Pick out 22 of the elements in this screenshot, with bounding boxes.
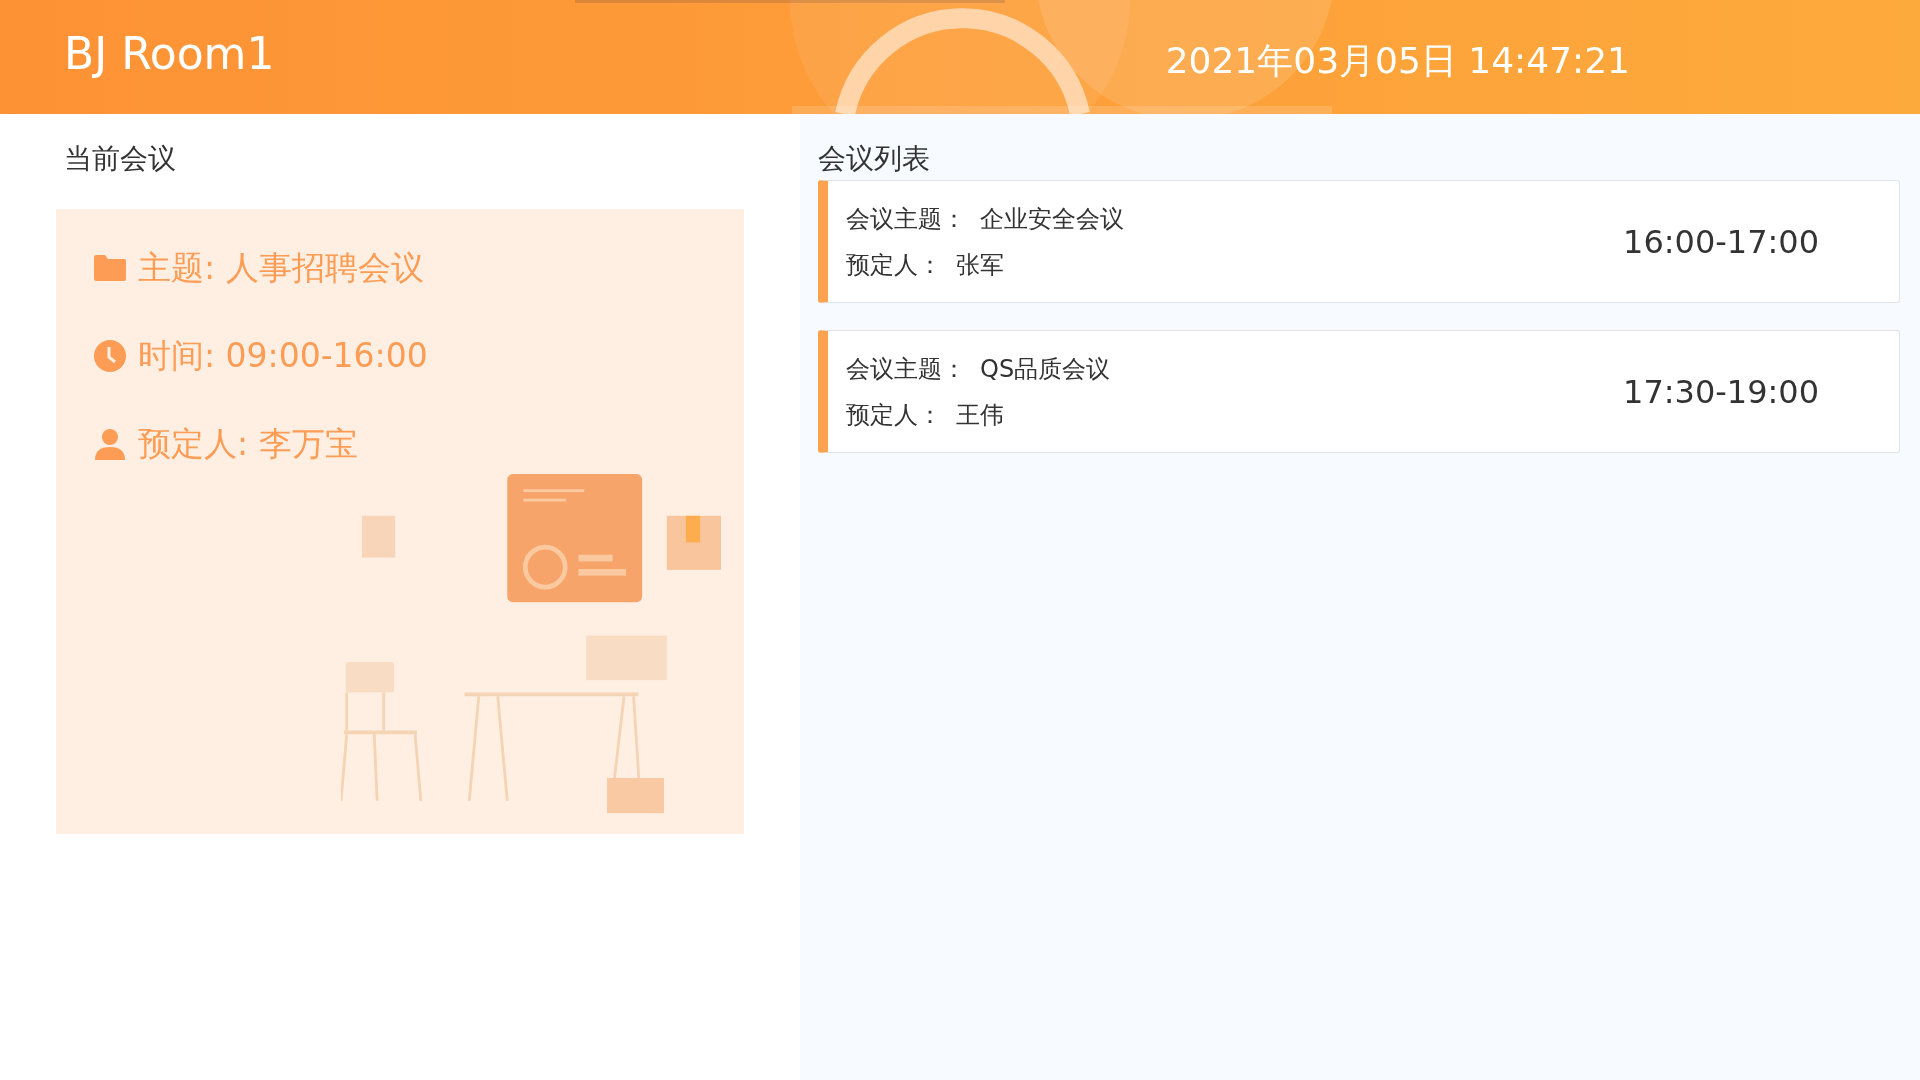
meeting-detail: 主题: 人事招聘会议 (138, 246, 424, 289)
section-title: 会议列表 (818, 141, 931, 177)
person-icon (94, 428, 126, 460)
meeting-subject: 企业安全会议 (980, 203, 1124, 235)
meeting-card[interactable]: 会议主题： QS品质会议 预定人： 王伟 17:30-19:00 (818, 330, 1900, 453)
meeting-subject: QS品质会议 (980, 353, 1111, 385)
date-time: 2021年03月05日 14:47:21 (1165, 38, 1630, 83)
meeting-card[interactable]: 会议主题： 企业安全会议 预定人： 张军 16:00-17:00 (818, 180, 1900, 303)
meeting-booker: 张军 (956, 249, 1004, 281)
folder-icon (94, 252, 126, 284)
field-label: 会议主题： (846, 353, 966, 385)
meeting-booker: 王伟 (956, 399, 1004, 431)
meeting-detail: 时间: 09:00-16:00 (138, 334, 428, 377)
field-label: 会议主题： (846, 203, 966, 235)
section-title: 当前会议 (63, 141, 177, 177)
field-label: 预定人： (846, 249, 942, 281)
meeting-time: 16:00-17:00 (1623, 222, 1819, 261)
meeting-time: 17:30-19:00 (1623, 372, 1819, 411)
clock-icon (94, 340, 126, 372)
room-name: BJ Room1 (64, 27, 275, 79)
meeting-detail: 预定人: 李万宝 (138, 422, 358, 465)
field-label: 预定人： (846, 399, 942, 431)
